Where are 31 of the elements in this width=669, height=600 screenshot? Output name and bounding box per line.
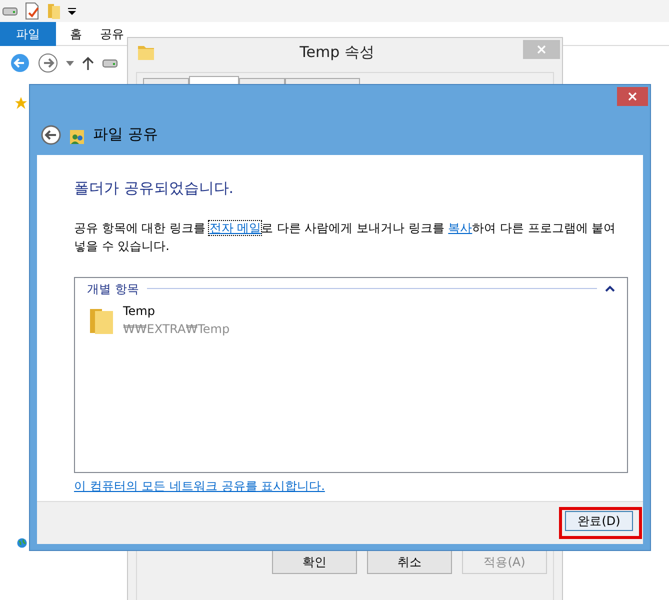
dropdown-icon[interactable] (68, 7, 76, 15)
message: 공유 항목에 대한 링크를 전자 메일로 다른 사람에게 보내거나 링크를 복사하여 다른 프로그램에 붙여넣을 수 있습니다. (74, 220, 617, 254)
item-path: ₩₩EXTRA₩Temp (123, 320, 230, 338)
ribbon-tab[interactable]: 공유 (96, 22, 128, 46)
tab[interactable] (189, 76, 239, 84)
link[interactable]: 복사 (448, 220, 472, 234)
close-button[interactable] (617, 87, 648, 106)
globe-icon[interactable] (17, 538, 27, 548)
link[interactable]: 전자 메일 (209, 220, 262, 234)
close-icon (536, 44, 547, 55)
properties-icon[interactable] (24, 2, 40, 20)
ribbon-tab[interactable]: 홈 (66, 22, 86, 46)
window-title: Temp 속성 (298, 42, 376, 63)
forward-icon[interactable] (38, 53, 58, 73)
close-icon (627, 90, 638, 102)
back-icon[interactable] (41, 125, 61, 145)
drive-icon (102, 58, 118, 68)
dialog-button[interactable]: 확인 (272, 550, 357, 574)
group-label: 개별 항목 (87, 280, 139, 298)
collapse-icon[interactable] (605, 285, 615, 292)
dialog-title: 파일 공유 (93, 124, 158, 144)
heading: 폴더가 공유되었습니다. (74, 178, 235, 199)
drive-icon[interactable] (2, 6, 18, 16)
item-name: Temp (123, 302, 156, 320)
star-icon[interactable] (15, 97, 27, 109)
ribbon-tab[interactable]: 파일 (0, 22, 56, 46)
dialog-button[interactable]: 취소 (367, 550, 452, 574)
done-button[interactable]: 완료(D) (565, 511, 633, 531)
link[interactable]: 이 컴퓨터의 모든 네트워크 공유를 표시합니다. (74, 476, 325, 494)
up-icon[interactable] (82, 56, 94, 70)
sharing-icon (69, 129, 85, 145)
